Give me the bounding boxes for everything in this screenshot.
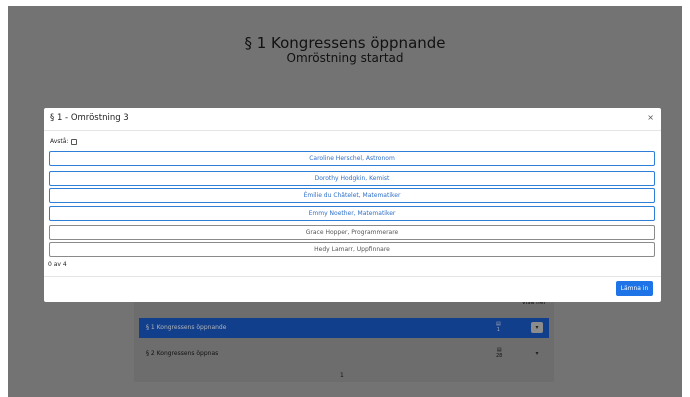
vote-option-hedy-lamarr[interactable]: Hedy Lamarr, Uppfinnare [49,242,655,257]
abstain-label: Avstå: [50,138,69,145]
abstain-field: Avstå: [50,138,78,145]
close-icon[interactable]: × [647,113,654,122]
chevron-down-icon[interactable]: ▾ [531,322,543,333]
selection-count: 0 av 4 [48,261,67,268]
vote-option-dorothy-hodgkin[interactable]: Dorothy Hodgkin, Kemist [49,171,655,186]
agenda-item[interactable]: § 2 Kongressens öppnas ▤ 28 ▾ [139,344,549,364]
agenda-item-count: ▤ 28 [496,347,503,359]
agenda-item-count: ▤ 1 [496,321,501,333]
backdrop-overlay: § 1 Kongressens öppnande Omröstning star… [8,6,682,397]
agenda-card: Visa fler § 1 Kongressens öppnande ▤ 1 ▾… [134,290,554,382]
vote-option-grace-hopper[interactable]: Grace Hopper, Programmerare [49,225,655,240]
agenda-item-active[interactable]: § 1 Kongressens öppnande ▤ 1 ▾ [139,318,549,338]
agenda-item-label: § 2 Kongressens öppnas [146,350,219,357]
pagination-page[interactable]: 1 [340,372,344,379]
chevron-down-icon[interactable]: ▾ [531,348,543,359]
submit-button[interactable]: Lämna in [616,281,653,296]
vote-modal: § 1 - Omröstning 3 × Avstå: Caroline Her… [44,108,661,302]
modal-divider [44,276,661,277]
page-title: § 1 Kongressens öppnande [244,34,446,52]
page-subtitle: Omröstning startad [286,51,404,65]
abstain-checkbox[interactable] [71,138,78,145]
vote-option-emilie-du-chatelet[interactable]: Émilie du Châtelet, Matematiker [49,188,655,203]
vote-option-emmy-noether[interactable]: Emmy Noether, Matematiker [49,206,655,221]
vote-option-caroline-herschel[interactable]: Caroline Herschel, Astronom [49,151,655,166]
modal-title: § 1 - Omröstning 3 [50,113,129,123]
agenda-item-label: § 1 Kongressens öppnande [146,324,227,331]
modal-divider [44,130,661,131]
